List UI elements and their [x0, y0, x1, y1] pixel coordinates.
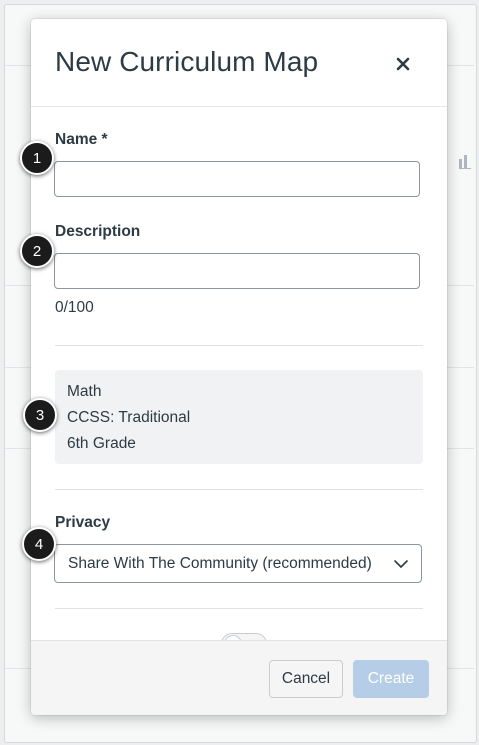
create-button[interactable]: Create: [353, 660, 429, 698]
close-button[interactable]: [387, 48, 419, 80]
privacy-selected-value: Share With The Community (recommended): [68, 555, 372, 572]
cancel-button[interactable]: Cancel: [269, 660, 343, 698]
privacy-label: Privacy: [55, 514, 111, 531]
standards-text: CCSS: Traditional: [67, 409, 191, 426]
name-input[interactable]: [54, 161, 420, 197]
description-input[interactable]: [54, 253, 420, 289]
close-icon: [396, 57, 410, 71]
privacy-select[interactable]: Share With The Community (recommended): [54, 544, 422, 583]
description-character-counter: 0/100: [55, 299, 94, 316]
callout-marker-1: 1: [20, 141, 54, 175]
bar-chart-icon: [459, 155, 471, 169]
dialog-header: New Curriculum Map: [31, 19, 447, 107]
chevron-down-icon: [394, 560, 408, 568]
section-divider: [55, 345, 423, 346]
new-curriculum-map-dialog: New Curriculum Map Name * Description 0/…: [31, 19, 447, 715]
dialog-footer: Cancel Create: [31, 640, 447, 715]
callout-marker-4: 4: [22, 527, 56, 561]
section-divider: [55, 608, 423, 609]
name-label: Name *: [55, 131, 108, 148]
subject-text: Math: [67, 383, 102, 400]
subject-info-box: Math CCSS: Traditional 6th Grade: [55, 370, 423, 464]
description-label: Description: [55, 223, 141, 240]
callout-marker-3: 3: [23, 398, 57, 432]
callout-marker-2: 2: [20, 234, 54, 268]
grade-text: 6th Grade: [67, 435, 136, 452]
section-divider: [55, 489, 423, 490]
dialog-title: New Curriculum Map: [55, 46, 319, 77]
